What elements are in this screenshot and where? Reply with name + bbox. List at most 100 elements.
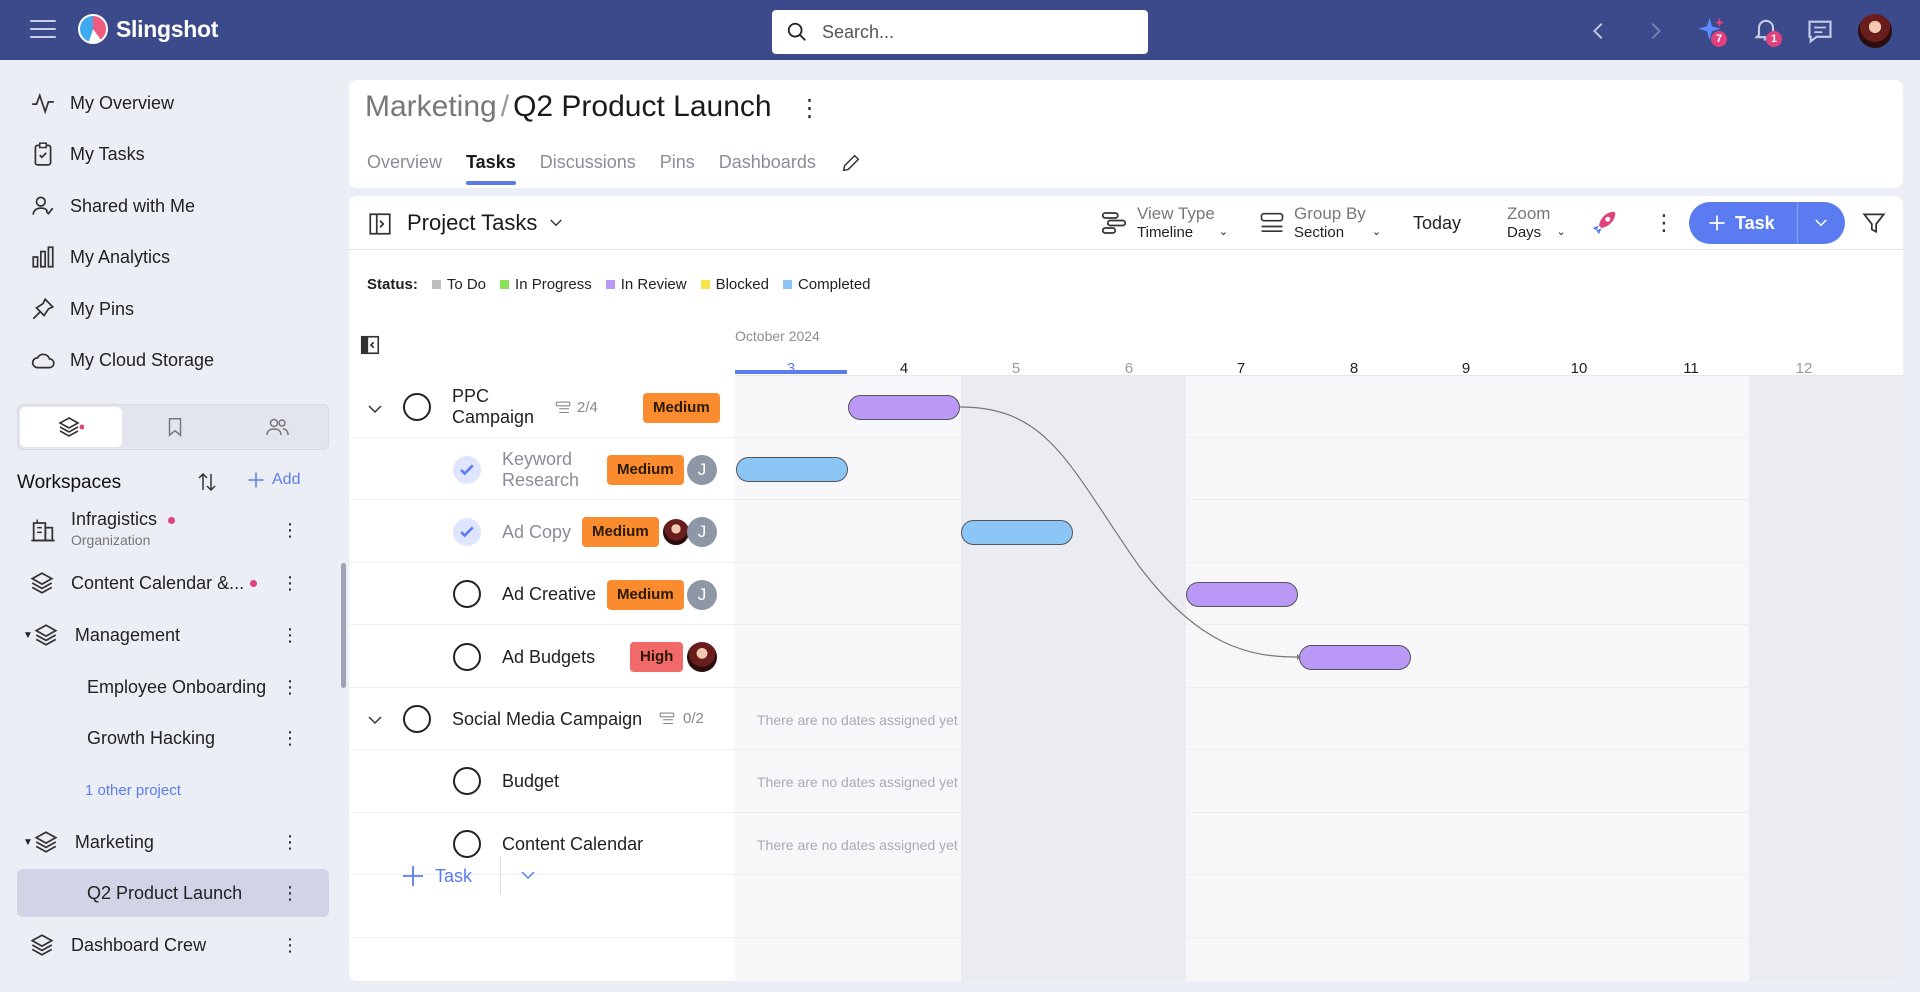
slingshot-logo-icon xyxy=(78,14,108,44)
project-employee-onboarding[interactable]: Employee Onboarding ⋮ xyxy=(17,663,329,711)
tab-bookmarks[interactable] xyxy=(124,405,226,449)
nav-shared-with-me[interactable]: Shared with Me xyxy=(30,193,195,219)
search-input[interactable] xyxy=(822,21,1122,43)
project-tasks-selector[interactable]: Project Tasks xyxy=(407,210,565,236)
legend-swatch-in-progress xyxy=(500,280,510,289)
more-options-icon[interactable]: ⋮ xyxy=(281,677,299,698)
project-more-icon[interactable]: ⋮ xyxy=(798,94,822,123)
project-label: Employee Onboarding xyxy=(87,676,267,697)
more-options-icon[interactable]: ⋮ xyxy=(281,883,299,904)
layers-icon xyxy=(30,934,54,956)
unread-dot xyxy=(168,516,176,524)
expand-caret-icon[interactable]: ▼ xyxy=(23,630,33,641)
other-projects-link[interactable]: 1 other project xyxy=(17,766,329,814)
layers-icon xyxy=(34,624,58,646)
tab-discussions[interactable]: Discussions xyxy=(540,152,636,174)
workspace-label: Dashboard Crew xyxy=(71,934,207,955)
app-logo[interactable]: Slingshot xyxy=(78,14,218,44)
project-q2-product-launch[interactable]: Q2 Product Launch ⋮ xyxy=(17,869,329,917)
pin-icon xyxy=(32,297,55,320)
more-options-icon[interactable]: ⋮ xyxy=(281,573,299,594)
workspace-management[interactable]: ▼ Management ⋮ xyxy=(17,611,329,659)
nav-label: My Cloud Storage xyxy=(70,349,215,370)
sort-icon[interactable] xyxy=(195,470,219,494)
activity-icon xyxy=(32,92,54,115)
expand-caret-icon[interactable]: ▼ xyxy=(23,837,33,848)
workspaces-title: Workspaces xyxy=(17,472,122,493)
workspace-content-calendar[interactable]: Content Calendar &... ⋮ xyxy=(17,559,329,607)
nav-my-overview[interactable]: My Overview xyxy=(30,90,174,116)
hamburger-menu-icon[interactable] xyxy=(30,20,56,40)
edit-pencil-icon[interactable] xyxy=(840,152,862,174)
today-button[interactable]: Today xyxy=(1413,213,1461,234)
tab-tasks[interactable]: Tasks xyxy=(466,152,516,185)
breadcrumb-parent[interactable]: Marketing xyxy=(365,90,497,124)
cloud-icon xyxy=(31,353,55,369)
view-type-control[interactable]: View Type Timeline ⌄ xyxy=(1099,204,1228,241)
workspace-marketing[interactable]: ▼ Marketing ⋮ xyxy=(17,818,329,866)
more-options-icon[interactable]: ⋮ xyxy=(281,625,299,646)
workspace-dashboard-crew[interactable]: Dashboard Crew ⋮ xyxy=(17,921,329,969)
building-icon xyxy=(31,519,55,542)
more-options-icon[interactable]: ⋮ xyxy=(281,728,299,749)
divider xyxy=(1796,202,1798,244)
tab-workspaces[interactable] xyxy=(20,407,122,447)
add-label: Add xyxy=(272,471,301,488)
clipboard-check-icon xyxy=(34,142,52,166)
legend-swatch-blocked xyxy=(700,280,710,289)
unread-dot xyxy=(250,580,257,587)
workspace-label: Content Calendar &... xyxy=(71,572,245,593)
tab-overview[interactable]: Overview xyxy=(367,152,442,174)
project-tabs: Overview Tasks Discussions Pins Dashboar… xyxy=(367,152,862,185)
more-options-icon[interactable]: ⋮ xyxy=(281,832,299,853)
panel-toggle-icon[interactable] xyxy=(367,211,393,237)
tab-people[interactable] xyxy=(226,405,328,449)
filter-icon[interactable] xyxy=(1861,210,1887,236)
tab-dashboards[interactable]: Dashboards xyxy=(719,152,816,174)
back-arrow-icon[interactable] xyxy=(1588,18,1610,44)
tab-pins[interactable]: Pins xyxy=(660,152,695,174)
users-icon xyxy=(266,418,289,436)
group-by-control[interactable]: Group By Section ⌄ xyxy=(1258,204,1381,241)
sidebar-scrollbar[interactable] xyxy=(341,563,346,688)
workspace-label: Management xyxy=(74,624,180,645)
add-task-label: Task xyxy=(1735,212,1775,233)
group-by-value: Section xyxy=(1294,224,1345,241)
view-type-label: View Type xyxy=(1137,204,1215,223)
nav-my-pins[interactable]: My Pins xyxy=(30,296,134,322)
nav-my-tasks[interactable]: My Tasks xyxy=(30,141,145,167)
page-title: Q2 Product Launch xyxy=(513,90,772,123)
legend-swatch-completed xyxy=(782,280,792,289)
forward-arrow-icon[interactable] xyxy=(1644,18,1666,44)
breadcrumb-separator: / xyxy=(500,90,510,123)
view-type-value: Timeline xyxy=(1137,224,1194,241)
zoom-label: Zoom xyxy=(1507,204,1551,223)
chevron-down-icon xyxy=(550,219,563,227)
chat-icon[interactable] xyxy=(1806,17,1834,45)
chevron-down-icon[interactable] xyxy=(1812,214,1830,232)
search-box[interactable] xyxy=(772,10,1148,54)
nav-my-analytics[interactable]: My Analytics xyxy=(30,244,170,270)
more-options-icon[interactable]: ⋮ xyxy=(281,520,299,541)
rocket-icon[interactable] xyxy=(1589,208,1619,238)
legend-swatch-todo xyxy=(431,280,441,289)
toolbar-title: Project Tasks xyxy=(407,210,538,235)
group-icon xyxy=(1260,212,1284,232)
add-task-button[interactable]: Task xyxy=(1689,202,1845,244)
project-growth-hacking[interactable]: Growth Hacking ⋮ xyxy=(17,714,329,762)
ai-sparkle-button[interactable]: 7 xyxy=(1697,15,1731,47)
notifications-button[interactable]: 1 xyxy=(1752,15,1786,47)
zoom-control[interactable]: Zoom Days ⌄ xyxy=(1507,204,1566,241)
more-options-icon[interactable]: ⋮ xyxy=(281,935,299,956)
sidebar-tabs xyxy=(17,404,329,450)
add-workspace-button[interactable]: Add xyxy=(246,470,300,490)
workspace-infragistics[interactable]: Infragistics Organization ⋮ xyxy=(17,506,329,554)
toolbar-more-icon[interactable]: ⋮ xyxy=(1653,210,1675,236)
workspace-label: Marketing xyxy=(74,831,154,852)
user-avatar[interactable] xyxy=(1858,14,1892,48)
bookmark-icon xyxy=(168,418,182,437)
nav-my-cloud-storage[interactable]: My Cloud Storage xyxy=(30,347,214,373)
ai-badge: 7 xyxy=(1711,31,1727,47)
legend-swatch-in-review xyxy=(605,280,615,289)
nav-label: My Overview xyxy=(70,92,175,113)
